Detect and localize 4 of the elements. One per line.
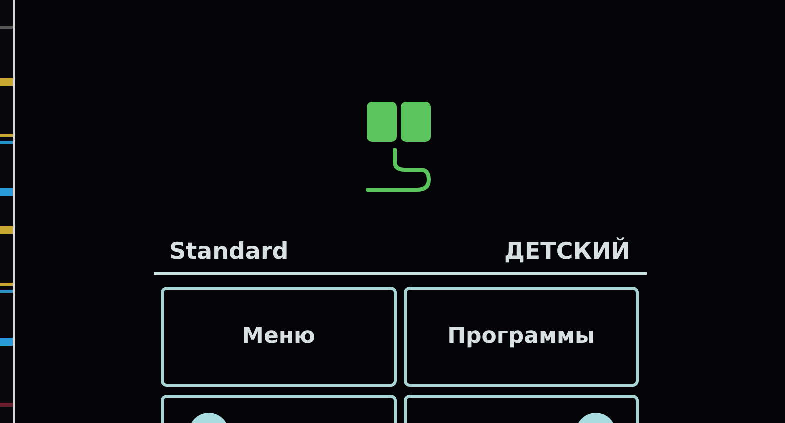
mode-label: Standard: [170, 238, 289, 267]
menu-button[interactable]: Меню: [161, 286, 396, 386]
mode-label: ДЕТСКИЙ: [504, 236, 630, 267]
menu-button[interactable]: Программы: [404, 286, 639, 386]
